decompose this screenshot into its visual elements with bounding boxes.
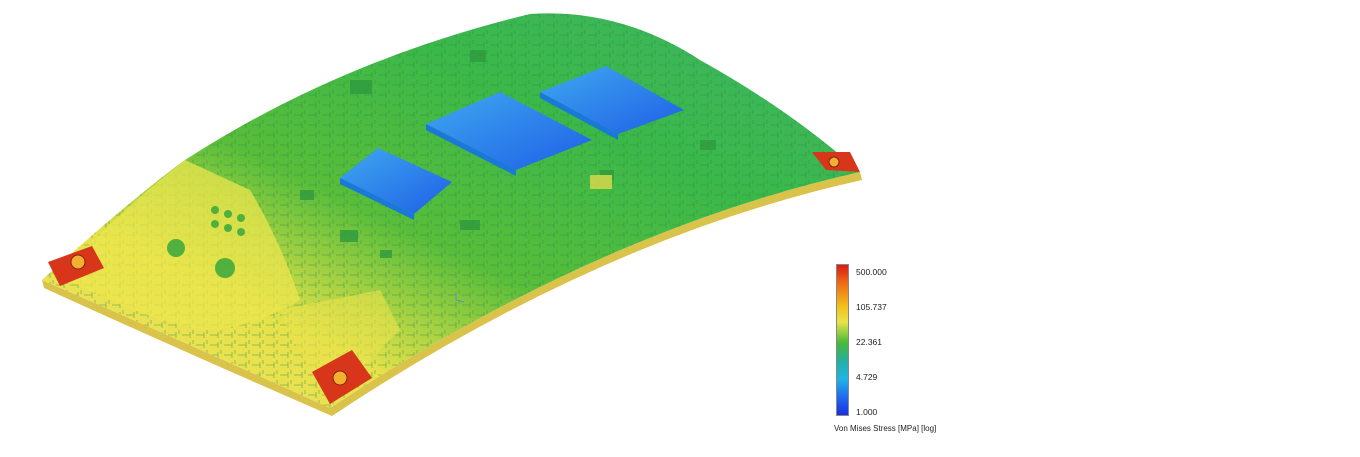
stress-legend: 500.000 105.737 22.361 4.729 1.000 Von M… [830,258,940,438]
legend-tick-3: 22.361 [856,337,882,347]
legend-tick-2: 105.737 [856,302,887,312]
pcb-stress-model [42,13,862,416]
fea-viewport[interactable] [0,0,1360,452]
legend-tick-max: 500.000 [856,267,887,277]
legend-tick-min: 1.000 [856,407,878,417]
legend-title: Von Mises Stress [MPa] [log] [834,424,937,433]
legend-color-bar [836,264,849,416]
legend-tick-4: 4.729 [856,372,878,382]
